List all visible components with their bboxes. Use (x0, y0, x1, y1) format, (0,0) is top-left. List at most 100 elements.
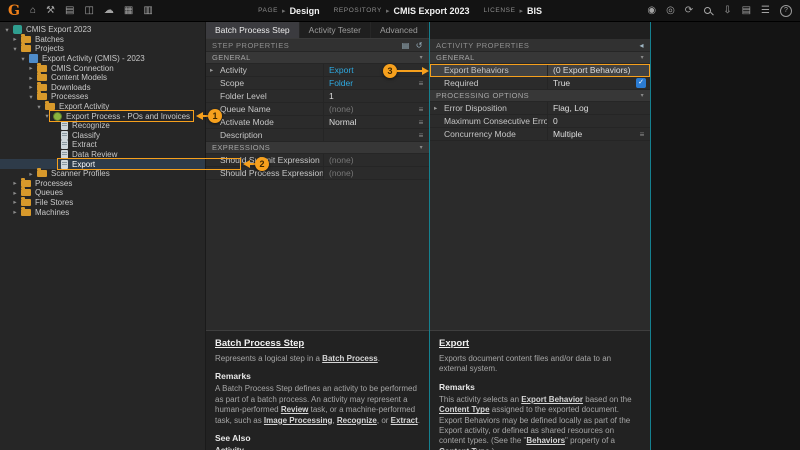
tree-expand-icon[interactable]: ▸ (27, 83, 35, 91)
prop-row-activity[interactable]: ▸ Activity Export (206, 64, 429, 77)
tree-item-export-activity-cmis-2023[interactable]: ▾ Export Activity (CMIS) - 2023 (0, 54, 205, 64)
prop-row-required[interactable]: Required True ✓ (430, 77, 650, 90)
tree-item-cmis-export-2023[interactable]: ▾ CMIS Export 2023 (0, 25, 205, 35)
menu-icon[interactable]: ≡ (415, 79, 427, 88)
tab-batch-process-step[interactable]: Batch Process Step (206, 22, 300, 38)
imaging-icon[interactable]: ◫ (84, 5, 93, 17)
tab-advanced[interactable]: Advanced (371, 22, 428, 38)
record-icon[interactable]: ◉ (647, 5, 656, 17)
prop-row-maximum-consecutive-errors[interactable]: Maximum Consecutive Errors 0 (430, 115, 650, 128)
prop-value-activate-mode[interactable]: Normal (324, 117, 415, 127)
doc-link-batch-process[interactable]: Batch Process (322, 354, 378, 363)
stop-icon[interactable]: ◎ (666, 5, 675, 17)
tree-expand-icon[interactable]: ▸ (27, 74, 35, 82)
layers-icon[interactable]: ☰ (761, 5, 770, 17)
tree-item-export-process[interactable]: ▾ Export Process - POs and Invoices (0, 111, 205, 121)
activity-section-general[interactable]: GENERAL ▾ (430, 52, 650, 64)
prop-row-error-disposition[interactable]: ▸ Error Disposition Flag, Log (430, 102, 650, 115)
help-icon[interactable]: ? (780, 4, 792, 17)
doc-link-recognize[interactable]: Recognize (337, 416, 377, 425)
prop-value-error-disposition[interactable]: Flag, Log (548, 103, 650, 113)
search-icon[interactable] (703, 6, 713, 16)
menu-icon[interactable]: ≡ (415, 105, 427, 114)
expander-icon[interactable]: ▸ (210, 66, 213, 74)
prop-value-maximum-consecutive-errors[interactable]: 0 (548, 116, 650, 126)
tree-item-recognize[interactable]: Recognize (0, 121, 205, 131)
menu-icon[interactable]: ≡ (415, 131, 427, 140)
tree-expand-icon[interactable]: ▸ (27, 170, 35, 178)
step-section-expressions[interactable]: EXPRESSIONS ▾ (206, 142, 429, 154)
tree-collapse-icon[interactable]: ▾ (35, 103, 43, 111)
tree-item-content-models[interactable]: ▸ Content Models (0, 72, 205, 83)
prop-value-should-process-expression[interactable]: (none) (324, 168, 429, 178)
tree-item-data-review[interactable]: Data Review (0, 150, 205, 160)
tree-collapse-icon[interactable]: ▾ (3, 26, 11, 34)
tree-expand-icon[interactable]: ▸ (27, 64, 35, 72)
tree-item-projects[interactable]: ▾ Projects (0, 43, 205, 54)
tree-expand-icon[interactable]: ▸ (11, 189, 19, 197)
breadcrumb-repository[interactable]: REPOSITORY ▸ CMIS Export 2023 (334, 6, 470, 16)
tree-item-export-step[interactable]: Export (0, 159, 205, 169)
step-section-general[interactable]: GENERAL ▾ (206, 52, 429, 64)
tree-item-batches[interactable]: ▸ Batches (0, 33, 205, 45)
home-icon[interactable]: ⌂ (30, 5, 36, 17)
doc-link-export-behavior[interactable]: Export Behavior (521, 395, 583, 404)
cloud-icon[interactable]: ☁ (104, 5, 114, 17)
batches-icon[interactable]: ▤ (65, 5, 74, 17)
doc-link-content-type[interactable]: Content Type (439, 405, 490, 414)
prop-value-export-behaviors[interactable]: (0 Export Behaviors) (548, 65, 650, 75)
menu-icon[interactable]: ≡ (415, 118, 427, 127)
prop-value-folder-level[interactable]: 1 (324, 91, 429, 101)
prop-value-should-submit-expression[interactable]: (none) (324, 155, 429, 165)
activity-section-processing-options[interactable]: PROCESSING OPTIONS ▾ (430, 90, 650, 102)
tree-collapse-icon[interactable]: ▾ (19, 55, 27, 63)
doc-link-extract[interactable]: Extract (391, 416, 418, 425)
tree-collapse-icon[interactable]: ▾ (27, 93, 35, 101)
tree-expand-icon[interactable]: ▸ (11, 179, 19, 187)
checkbox-checked-icon[interactable]: ✓ (636, 78, 646, 88)
doc-link-image-processing[interactable]: Image Processing (264, 416, 332, 425)
tree-item-classify[interactable]: Classify (0, 130, 205, 141)
download-icon[interactable]: ⇩ (723, 5, 731, 17)
prop-value-queue-name[interactable]: (none) (324, 104, 415, 114)
tree-item-scanner-profiles[interactable]: ▸ Scanner Profiles (0, 168, 205, 179)
stats-icon[interactable]: ▦ (124, 5, 133, 17)
revert-icon[interactable]: ↺ (416, 41, 423, 50)
doc-link-behaviors[interactable]: Behaviors (526, 436, 565, 445)
prop-row-should-submit-expression[interactable]: Should Submit Expression (none) (206, 154, 429, 167)
tree-item-processes-root[interactable]: ▸ Processes (0, 177, 205, 189)
expander-icon[interactable]: ▸ (434, 104, 437, 112)
prop-row-scope[interactable]: Scope Folder ≡ (206, 77, 429, 90)
reports-icon[interactable]: ▥ (143, 5, 152, 17)
doc-title-export[interactable]: Export (439, 338, 641, 349)
tree-expand-icon[interactable]: ▸ (11, 35, 19, 43)
breadcrumb-license[interactable]: LICENSE ▸ BIS (484, 6, 543, 16)
prop-row-description[interactable]: Description ≡ (206, 129, 429, 142)
tab-activity-tester[interactable]: Activity Tester (300, 22, 371, 38)
prop-row-activate-mode[interactable]: Activate Mode Normal ≡ (206, 116, 429, 129)
tree-item-processes-project[interactable]: ▾ Processes (0, 91, 205, 102)
prop-row-folder-level[interactable]: Folder Level 1 (206, 90, 429, 103)
doc-title-batch-process-step[interactable]: Batch Process Step (215, 338, 420, 349)
prop-row-export-behaviors[interactable]: Export Behaviors (0 Export Behaviors) (430, 64, 650, 77)
tree-item-machines[interactable]: ▸ Machines (0, 206, 205, 217)
tree-expand-icon[interactable]: ▸ (11, 198, 19, 206)
tree-expand-icon[interactable]: ▸ (11, 208, 19, 216)
tree-collapse-icon[interactable]: ▾ (11, 45, 19, 53)
prop-value-scope[interactable]: Folder (324, 78, 415, 88)
collapse-icon[interactable]: ◂ (639, 41, 644, 50)
tree-item-extract[interactable]: Extract (0, 140, 205, 150)
prop-row-queue-name[interactable]: Queue Name (none) ≡ (206, 103, 429, 116)
menu-icon[interactable]: ≡ (636, 130, 648, 139)
prop-row-should-process-expression[interactable]: Should Process Expression (none) (206, 167, 429, 180)
refresh-icon[interactable]: ⟳ (685, 5, 693, 17)
prop-row-concurrency-mode[interactable]: Concurrency Mode Multiple ≡ (430, 128, 650, 141)
tools-icon[interactable]: ⚒ (46, 5, 55, 17)
breadcrumb-page[interactable]: PAGE ▸ Design (258, 6, 320, 16)
tree-item-downloads[interactable]: ▸ Downloads (0, 81, 205, 93)
tree-collapse-icon[interactable]: ▾ (43, 112, 51, 120)
tree-item-export-activity[interactable]: ▾ Export Activity (0, 101, 205, 112)
doc-link-review[interactable]: Review (281, 405, 309, 414)
prop-value-required[interactable]: True (548, 78, 636, 88)
tree-item-file-stores[interactable]: ▸ File Stores (0, 196, 205, 208)
